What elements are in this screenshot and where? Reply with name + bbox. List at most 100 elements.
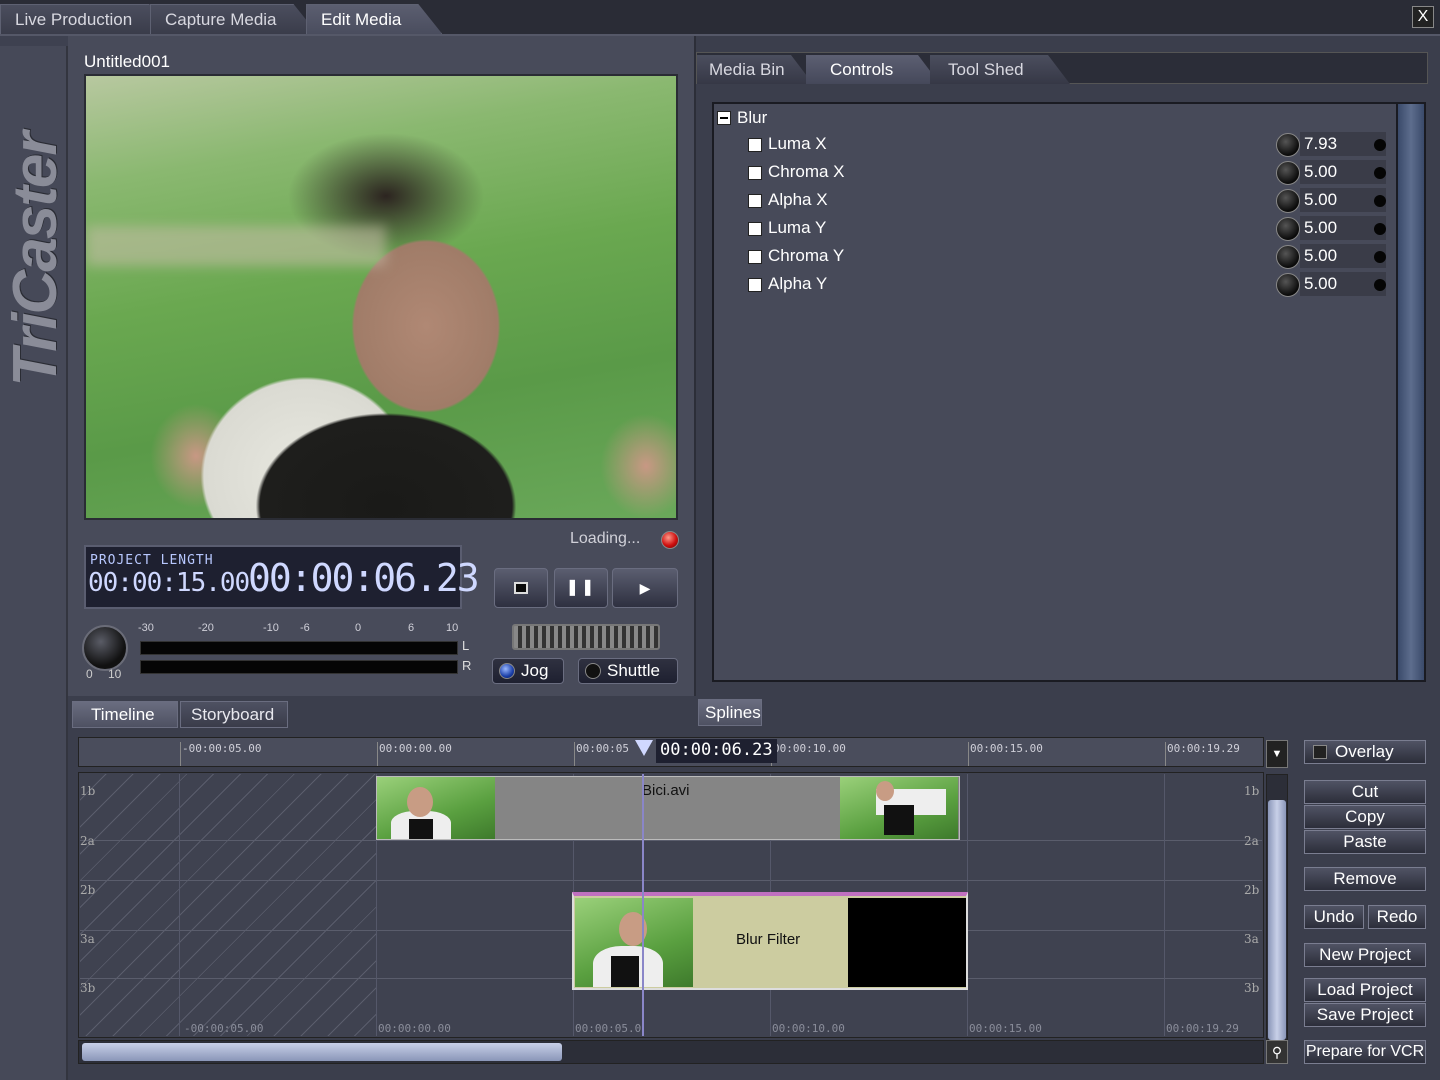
track-label: 3b: [1244, 981, 1260, 995]
copy-button[interactable]: Copy: [1304, 805, 1426, 829]
checkbox[interactable]: [748, 250, 762, 264]
track-label: 3a: [1244, 932, 1259, 946]
close-button[interactable]: X: [1412, 6, 1434, 28]
paste-button[interactable]: Paste: [1304, 830, 1426, 854]
ruler-tick: 00:00:10.00: [771, 742, 846, 766]
checkbox[interactable]: [748, 194, 762, 208]
track-label: 2b: [80, 883, 96, 897]
overlay-toggle[interactable]: Overlay: [1304, 740, 1426, 764]
clip-thumbnail: [377, 777, 495, 839]
tab-live-production[interactable]: Live Production: [0, 4, 173, 34]
param-name: Luma Y: [768, 218, 827, 237]
shuttle-radio[interactable]: Shuttle: [578, 658, 678, 684]
tricaster-logo: TriCaster: [1, 133, 70, 387]
remove-button[interactable]: Remove: [1304, 867, 1426, 891]
keyframe-dot-icon[interactable]: [1374, 251, 1386, 263]
param-knob-icon[interactable]: [1276, 245, 1300, 269]
thumb-vest: [884, 805, 914, 835]
vu-tick: -30: [138, 622, 154, 634]
track-label: 2a: [80, 834, 95, 848]
project-length-value: 00:00:15.00: [88, 568, 250, 598]
jog-label: Jog: [521, 661, 549, 680]
thumb-vest: [409, 819, 433, 839]
tab-tool-shed[interactable]: Tool Shed: [930, 55, 1070, 84]
vu-left-label: L: [462, 638, 470, 653]
tab-capture-media[interactable]: Capture Media: [150, 4, 318, 34]
keyframe-dot-icon[interactable]: [1374, 167, 1386, 179]
param-knob-icon[interactable]: [1276, 189, 1300, 213]
bottom-ruler-tick: 00:00:15.00: [969, 1022, 1042, 1035]
bottom-ruler-tick: 00:00:00.00: [378, 1022, 451, 1035]
playhead-icon[interactable]: [635, 740, 653, 756]
cut-button[interactable]: Cut: [1304, 780, 1426, 804]
checkbox[interactable]: [748, 166, 762, 180]
tab-storyboard[interactable]: Storyboard: [180, 701, 288, 728]
undo-button[interactable]: Undo: [1304, 905, 1364, 929]
play-button[interactable]: ▶: [612, 568, 678, 608]
current-timecode: 00:00:06.23: [248, 556, 480, 600]
jog-radio[interactable]: Jog: [492, 658, 564, 684]
knob-max-label: 10: [108, 667, 122, 681]
clip-thumbnail: [840, 777, 958, 839]
vu-meter-right: [140, 660, 458, 674]
track-label: 2a: [1244, 834, 1259, 848]
tab-splines[interactable]: Splines: [698, 699, 762, 726]
checkbox[interactable]: [748, 278, 762, 292]
save-project-button[interactable]: Save Project: [1304, 1003, 1426, 1027]
volume-knob[interactable]: [82, 625, 128, 671]
param-knob-icon[interactable]: [1276, 133, 1300, 157]
param-knob-icon[interactable]: [1276, 217, 1300, 241]
track-divider: [80, 840, 1262, 841]
load-project-button[interactable]: Load Project: [1304, 978, 1426, 1002]
radio-icon: [585, 663, 601, 679]
vu-tick: 10: [446, 622, 459, 634]
keyframe-dot-icon[interactable]: [1374, 195, 1386, 207]
param-row-alpha-y: Alpha Y 5.00: [748, 272, 1388, 298]
pre-roll-hatch: [80, 774, 376, 1036]
video-preview: [84, 74, 678, 520]
param-row-luma-x: Luma X 7.93: [748, 132, 1388, 158]
ruler-tick: 00:00:05: [574, 742, 629, 766]
tab-edit-media[interactable]: Edit Media: [306, 4, 442, 34]
param-row-chroma-x: Chroma X 5.00: [748, 160, 1388, 186]
thumb-vest: [611, 956, 639, 987]
new-project-button[interactable]: New Project: [1304, 943, 1426, 967]
collapse-icon[interactable]: [717, 111, 731, 125]
pause-button[interactable]: ❚❚: [554, 568, 608, 608]
param-name: Alpha Y: [768, 274, 828, 293]
thumb-face: [876, 781, 894, 801]
param-row-luma-y: Luma Y 5.00: [748, 216, 1388, 242]
vu-tick: -6: [300, 622, 310, 634]
clip-thumbnail: [575, 898, 693, 987]
keyframe-dot-icon[interactable]: [1374, 139, 1386, 151]
video-clip-label: Bici.avi: [642, 782, 690, 799]
param-row-alpha-x: Alpha X 5.00: [748, 188, 1388, 214]
project-length-label: PROJECT LENGTH: [90, 553, 214, 568]
scroll-thumb[interactable]: [82, 1043, 562, 1061]
radio-selected-icon: [499, 663, 515, 679]
ruler-tick: 00:00:00.00: [377, 742, 452, 766]
bottom-ruler-tick: 00:00:05.0: [575, 1022, 642, 1035]
pause-icon: ❚❚: [565, 579, 597, 596]
prepare-vcr-button[interactable]: Prepare for VCR: [1304, 1040, 1426, 1064]
playhead-timecode: 00:00:06.23: [656, 739, 777, 763]
checkbox[interactable]: [748, 222, 762, 236]
track-label: 2b: [1244, 883, 1260, 897]
zoom-icon[interactable]: ⚲: [1266, 1040, 1288, 1064]
keyframe-dot-icon[interactable]: [1374, 279, 1386, 291]
param-knob-icon[interactable]: [1276, 161, 1300, 185]
tab-controls[interactable]: Controls: [806, 55, 940, 84]
track-label: 1b: [1244, 784, 1260, 798]
stop-button[interactable]: [494, 568, 548, 608]
param-knob-icon[interactable]: [1276, 273, 1300, 297]
controls-scrollbar[interactable]: [1396, 104, 1424, 680]
jog-shuttle-wheel[interactable]: [512, 624, 660, 650]
scroll-thumb[interactable]: [1268, 800, 1286, 1040]
tab-timeline[interactable]: Timeline: [72, 701, 178, 728]
ruler-dropdown[interactable]: ▼: [1266, 740, 1288, 768]
keyframe-dot-icon[interactable]: [1374, 223, 1386, 235]
checkbox[interactable]: [748, 138, 762, 152]
track-label: 1b: [80, 784, 96, 798]
bottom-ruler-tick: -00:00:05.00: [184, 1022, 264, 1035]
redo-button[interactable]: Redo: [1368, 905, 1426, 929]
